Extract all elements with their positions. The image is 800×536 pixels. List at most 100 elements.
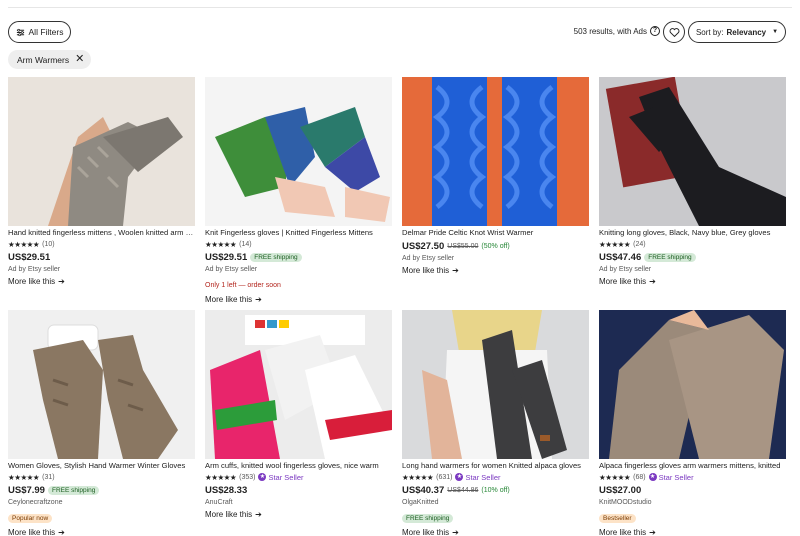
seller-name: AnuCraft [205,499,233,506]
more-like-this-link[interactable]: More like this ➔ [8,277,195,286]
more-like-this-link[interactable]: More like this ➔ [402,528,589,536]
listing-price: US$27.00 [599,484,642,496]
urgency-text: Only 1 left — order soon [205,282,281,289]
listing-price: US$7.99 [8,484,45,496]
listing-rating: ★★★★★ (631) ★ Star Seller [402,472,589,482]
more-like-this-link[interactable]: More like this ➔ [205,510,392,519]
arrow-right-icon: ➔ [649,528,656,536]
more-like-this-label: More like this [205,510,253,519]
listing-title[interactable]: Alpaca fingerless gloves arm warmers mit… [599,461,786,471]
favorite-search-button[interactable] [663,21,685,43]
discount-text: (10% off) [481,486,510,494]
listing-image[interactable] [599,310,786,459]
more-like-this-link[interactable]: More like this ➔ [599,528,786,536]
seller-name: Ad by Etsy seller [8,266,61,273]
review-count: (353) [239,473,256,481]
popular-now-badge: Popular now [8,514,53,523]
more-like-this-label: More like this [205,295,253,304]
sort-value: Relevancy [726,27,767,37]
listing-price: US$29.51 [205,251,248,263]
original-price: US$55.00 [447,242,479,250]
free-shipping-badge: FREE shipping [47,485,100,495]
listing-image[interactable] [205,77,392,226]
filter-sliders-icon [16,28,24,36]
listing-title[interactable]: Long hand warmers for women Knitted alpa… [402,461,589,471]
discount-text: (50% off) [481,242,510,250]
arrow-right-icon: ➔ [452,528,459,536]
listing-card[interactable]: Alpaca fingerless gloves arm warmers mit… [599,310,786,536]
arrow-right-icon: ➔ [255,510,262,519]
free-shipping-badge: FREE shipping [402,514,454,523]
listing-card[interactable]: Delmar Pride Celtic Knot Wrist Warmer US… [402,77,589,275]
active-filter-chip[interactable]: Arm Warmers ✕ [8,50,92,69]
free-shipping-badge: FREE shipping [250,252,302,262]
star-seller-icon: ★ [455,473,464,481]
seller-name: KnitMOODstudio [599,499,652,506]
review-count: (31) [42,473,55,481]
more-like-this-link[interactable]: More like this ➔ [8,528,195,536]
arrow-right-icon: ➔ [649,277,656,286]
more-like-this-link[interactable]: More like this ➔ [599,277,786,286]
question-info-icon[interactable]: ? [650,26,660,36]
listing-image[interactable] [205,310,392,459]
listing-price: US$27.50 [402,240,445,252]
listing-image[interactable] [402,310,589,459]
listing-card[interactable]: Hand knitted fingerless mittens , Woolen… [8,77,195,286]
star-rating-icon: ★★★★★ [8,472,40,482]
star-seller-icon: ★ [648,473,657,481]
star-seller-badge: ★ Star Seller [455,473,500,482]
arrow-right-icon: ➔ [58,277,65,286]
listing-price: US$47.46 [599,251,642,263]
listing-title[interactable]: Arm cuffs, knitted wool fingerless glove… [205,461,392,471]
listing-rating: ★★★★★ (31) [8,472,195,482]
star-rating-icon: ★★★★★ [205,472,237,482]
star-rating-icon: ★★★★★ [205,239,237,249]
star-seller-icon: ★ [258,473,267,481]
listing-rating: ★★★★★ (353) ★ Star Seller [205,472,392,482]
listing-title[interactable]: Knitting long gloves, Black, Navy blue, … [599,228,786,238]
heart-icon [669,27,679,37]
listing-card[interactable]: Knit Fingerless gloves | Knitted Fingerl… [205,77,392,304]
results-text: 503 results, with Ads [573,26,647,36]
listing-image[interactable] [402,77,589,226]
all-filters-button[interactable]: All Filters [8,21,71,43]
listing-image[interactable] [599,77,786,226]
star-rating-icon: ★★★★★ [599,239,631,249]
seller-name: OlgaKnitted [402,499,439,506]
listing-image[interactable] [8,77,195,226]
more-like-this-label: More like this [599,277,647,286]
more-like-this-link[interactable]: More like this ➔ [205,295,392,304]
sort-dropdown[interactable]: Sort by: Relevancy ▼ [688,21,786,43]
review-count: (68) [633,473,646,481]
listing-title[interactable]: Hand knitted fingerless mittens , Woolen… [8,228,195,238]
listing-title[interactable]: Delmar Pride Celtic Knot Wrist Warmer [402,228,589,238]
listing-image[interactable] [8,310,195,459]
results-count: 503 results, with Ads ? [574,26,660,36]
sort-label: Sort by: [695,27,724,37]
listing-rating: ★★★★★ (10) [8,239,195,249]
star-seller-label: Star Seller [465,472,501,482]
close-icon[interactable]: ✕ [75,54,84,65]
more-like-this-link[interactable]: More like this ➔ [402,266,589,275]
more-like-this-label: More like this [599,528,647,536]
star-seller-label: Star Seller [268,472,304,482]
listing-card[interactable]: Women Gloves, Stylish Hand Warmer Winter… [8,310,195,536]
listing-title[interactable]: Knit Fingerless gloves | Knitted Fingerl… [205,228,392,238]
bestseller-badge: Bestseller [599,514,636,523]
listing-card[interactable]: Long hand warmers for women Knitted alpa… [402,310,589,536]
top-divider [8,7,792,8]
star-seller-badge: ★ Star Seller [258,473,303,482]
all-filters-label: All Filters [28,27,64,37]
star-rating-icon: ★★★★★ [402,472,434,482]
listing-title[interactable]: Women Gloves, Stylish Hand Warmer Winter… [8,461,195,471]
listing-card[interactable]: Arm cuffs, knitted wool fingerless glove… [205,310,392,519]
listing-card[interactable]: Knitting long gloves, Black, Navy blue, … [599,77,786,286]
listing-price: US$40.37 [402,484,445,496]
listing-price: US$29.51 [8,251,51,263]
review-count: (14) [239,240,252,248]
listing-price: US$28.33 [205,484,248,496]
seller-name: Ad by Etsy seller [205,266,258,273]
star-seller-label: Star Seller [658,472,694,482]
active-filter-label: Arm Warmers [17,54,70,65]
star-seller-badge: ★ Star Seller [648,472,694,482]
